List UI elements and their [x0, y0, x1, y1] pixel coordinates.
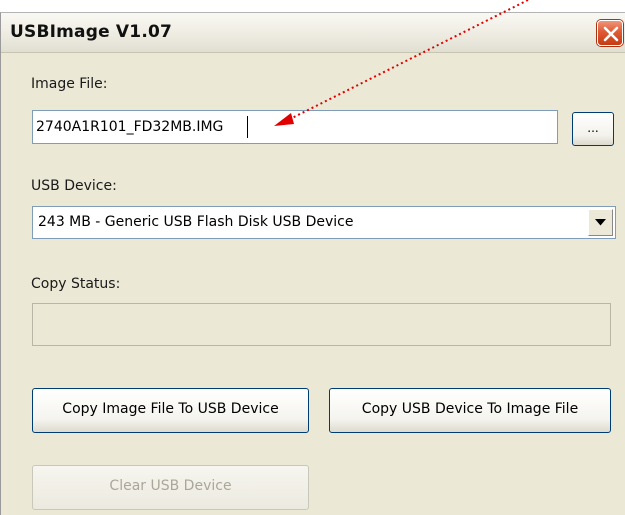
title-bar[interactable]: USBImage V1.07 — [1, 13, 625, 53]
text-caret — [247, 116, 248, 138]
usb-device-select[interactable]: 243 MB - Generic USB Flash Disk USB Devi… — [32, 206, 616, 239]
clear-usb-device-button: Clear USB Device — [32, 465, 309, 510]
copy-usb-to-image-button[interactable]: Copy USB Device To Image File — [329, 388, 611, 433]
close-icon — [603, 26, 619, 42]
copy-status-progress — [32, 303, 611, 346]
usb-device-value: 243 MB - Generic USB Flash Disk USB Devi… — [38, 214, 354, 230]
window-title: USBImage V1.07 — [10, 22, 173, 42]
close-button[interactable] — [597, 20, 623, 46]
usbimage-window: USBImage V1.07 Image File: 2740A1R101_FD… — [0, 12, 625, 515]
usb-device-label: USB Device: — [31, 178, 117, 194]
image-file-value: 2740A1R101_FD32MB.IMG — [36, 119, 224, 135]
copy-status-label: Copy Status: — [31, 276, 121, 292]
browse-button[interactable]: ... — [572, 112, 614, 146]
image-file-label: Image File: — [31, 76, 108, 92]
copy-image-to-usb-button[interactable]: Copy Image File To USB Device — [32, 388, 309, 433]
dropdown-button[interactable] — [588, 209, 613, 236]
image-file-input[interactable]: 2740A1R101_FD32MB.IMG — [32, 110, 558, 144]
chevron-down-icon — [595, 219, 606, 226]
